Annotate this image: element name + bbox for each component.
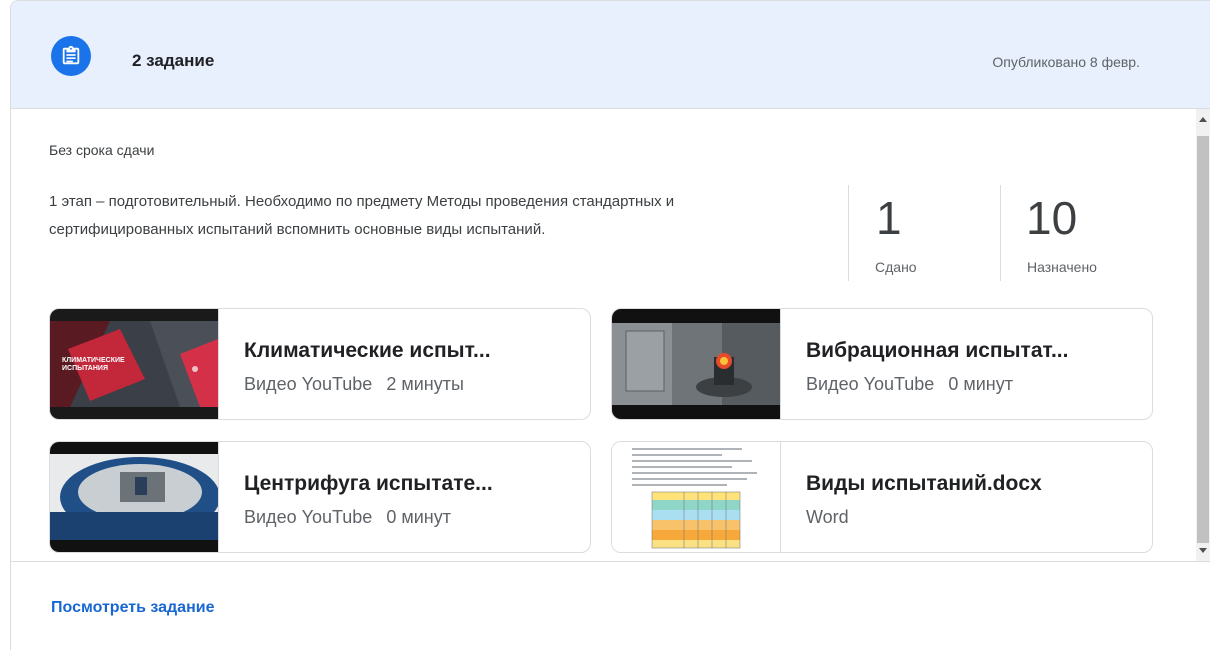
scrollbar-thumb[interactable] bbox=[1197, 136, 1209, 543]
view-assignment-link[interactable]: Посмотреть задание bbox=[51, 599, 214, 617]
assignment-description: 1 этап – подготовительный. Необходимо по… bbox=[49, 193, 675, 238]
vertical-scrollbar[interactable] bbox=[1196, 109, 1210, 561]
stats-divider-right bbox=[1000, 185, 1001, 281]
video-thumbnail: КЛИМАТИЧЕСКИЕ ИСПЫТАНИЯ bbox=[50, 309, 219, 419]
document-thumbnail bbox=[612, 442, 781, 552]
attachment-type: Видео YouTube bbox=[244, 374, 373, 394]
turned-in-count[interactable]: 1 bbox=[876, 191, 902, 245]
scroll-down-icon[interactable] bbox=[1199, 548, 1207, 553]
assignment-header[interactable]: 2 задание Опубликовано 8 февр. bbox=[11, 1, 1210, 109]
attachment-title: Вибрационная испытат... bbox=[806, 339, 1069, 362]
attachment-type: Видео YouTube bbox=[806, 374, 935, 394]
published-date: Опубликовано 8 февр. bbox=[992, 54, 1140, 70]
attachment-title: Виды испытаний.docx bbox=[806, 472, 1042, 495]
thumb-text-1: КЛИМАТИЧЕСКИЕ bbox=[62, 357, 125, 364]
attachment-type: Видео YouTube bbox=[244, 507, 373, 527]
thumb-text-2: ИСПЫТАНИЯ bbox=[62, 365, 108, 372]
assigned-count[interactable]: 10 bbox=[1026, 191, 1077, 245]
video-thumbnail bbox=[50, 442, 219, 552]
assignment-icon bbox=[51, 36, 91, 76]
assignment-title: 2 задание bbox=[132, 51, 215, 70]
attachment-title: Центрифуга испытате... bbox=[244, 472, 493, 495]
attachment-title: Климатические испыт... bbox=[244, 339, 491, 362]
assigned-label: Назначено bbox=[1027, 259, 1097, 275]
attachment-type: Word bbox=[806, 507, 849, 527]
assignment-body: Без срока сдачи 1 этап – подготовительны… bbox=[11, 109, 1197, 561]
attachment-climatic-video[interactable]: КЛИМАТИЧЕСКИЕ ИСПЫТАНИЯ Климатические ис… bbox=[49, 308, 591, 420]
due-date: Без срока сдачи bbox=[49, 142, 155, 158]
attachment-word-document[interactable]: Виды испытаний.docx Word bbox=[611, 441, 1153, 553]
attachment-duration: 0 минут bbox=[948, 374, 1013, 394]
video-thumbnail bbox=[612, 309, 781, 419]
attachment-centrifuge-video[interactable]: Центрифуга испытате... Видео YouTube 0 ми… bbox=[49, 441, 591, 553]
stats-divider-left bbox=[848, 185, 849, 281]
attachment-duration: 2 минуты bbox=[386, 374, 464, 394]
turned-in-label: Сдано bbox=[875, 259, 917, 275]
assignment-footer: Посмотреть задание bbox=[11, 561, 1210, 650]
attachment-vibration-video[interactable]: Вибрационная испытат... Видео YouTube 0 м… bbox=[611, 308, 1153, 420]
attachment-duration: 0 минут bbox=[386, 507, 451, 527]
scroll-up-icon[interactable] bbox=[1199, 117, 1207, 122]
assignment-card: 2 задание Опубликовано 8 февр. Без срока… bbox=[10, 0, 1210, 650]
